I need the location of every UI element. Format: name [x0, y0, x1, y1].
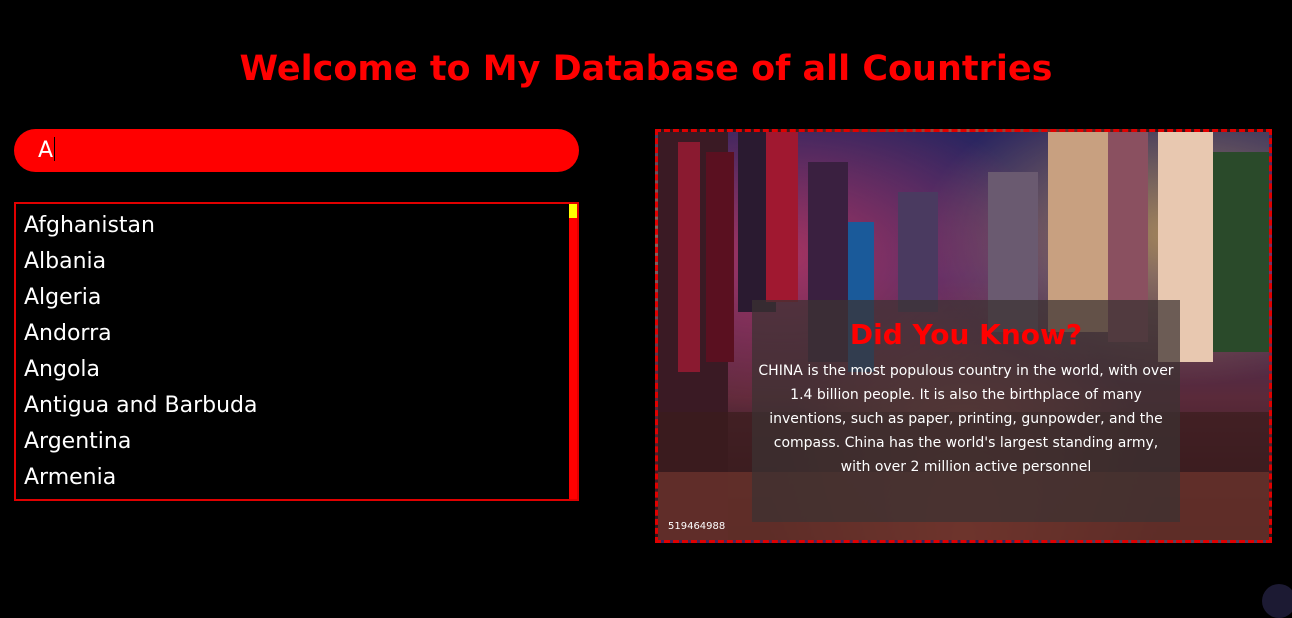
search-input[interactable]: A [14, 129, 579, 172]
list-item[interactable]: Antigua and Barbuda [24, 390, 577, 426]
list-item[interactable]: Algeria [24, 282, 577, 318]
list-item[interactable]: Albania [24, 246, 577, 282]
fact-panel: Did You Know? CHINA is the most populous… [752, 300, 1180, 522]
page-title: Welcome to My Database of all Countries [239, 49, 1053, 90]
list-item[interactable]: Argentina [24, 426, 577, 462]
fact-text: CHINA is the most populous country in th… [758, 363, 1174, 475]
text-caret [54, 137, 56, 161]
list-item[interactable]: Afghanistan [24, 210, 577, 246]
country-list: Afghanistan Albania Algeria Andorra Ango… [16, 204, 577, 498]
search-input-value: A [38, 138, 54, 163]
list-item[interactable]: Armenia [24, 462, 577, 498]
china-city-image: Did You Know? CHINA is the most populous… [655, 129, 1272, 543]
image-credit: 519464988 [668, 521, 726, 532]
scrollbar-thumb[interactable] [569, 204, 577, 218]
list-item[interactable]: Andorra [24, 318, 577, 354]
fact-heading: Did You Know? [849, 318, 1083, 351]
list-scrollbar[interactable] [569, 204, 577, 499]
country-listbox[interactable]: Afghanistan Albania Algeria Andorra Ango… [14, 202, 579, 501]
floating-action-button[interactable] [1262, 584, 1292, 618]
list-item[interactable]: Angola [24, 354, 577, 390]
